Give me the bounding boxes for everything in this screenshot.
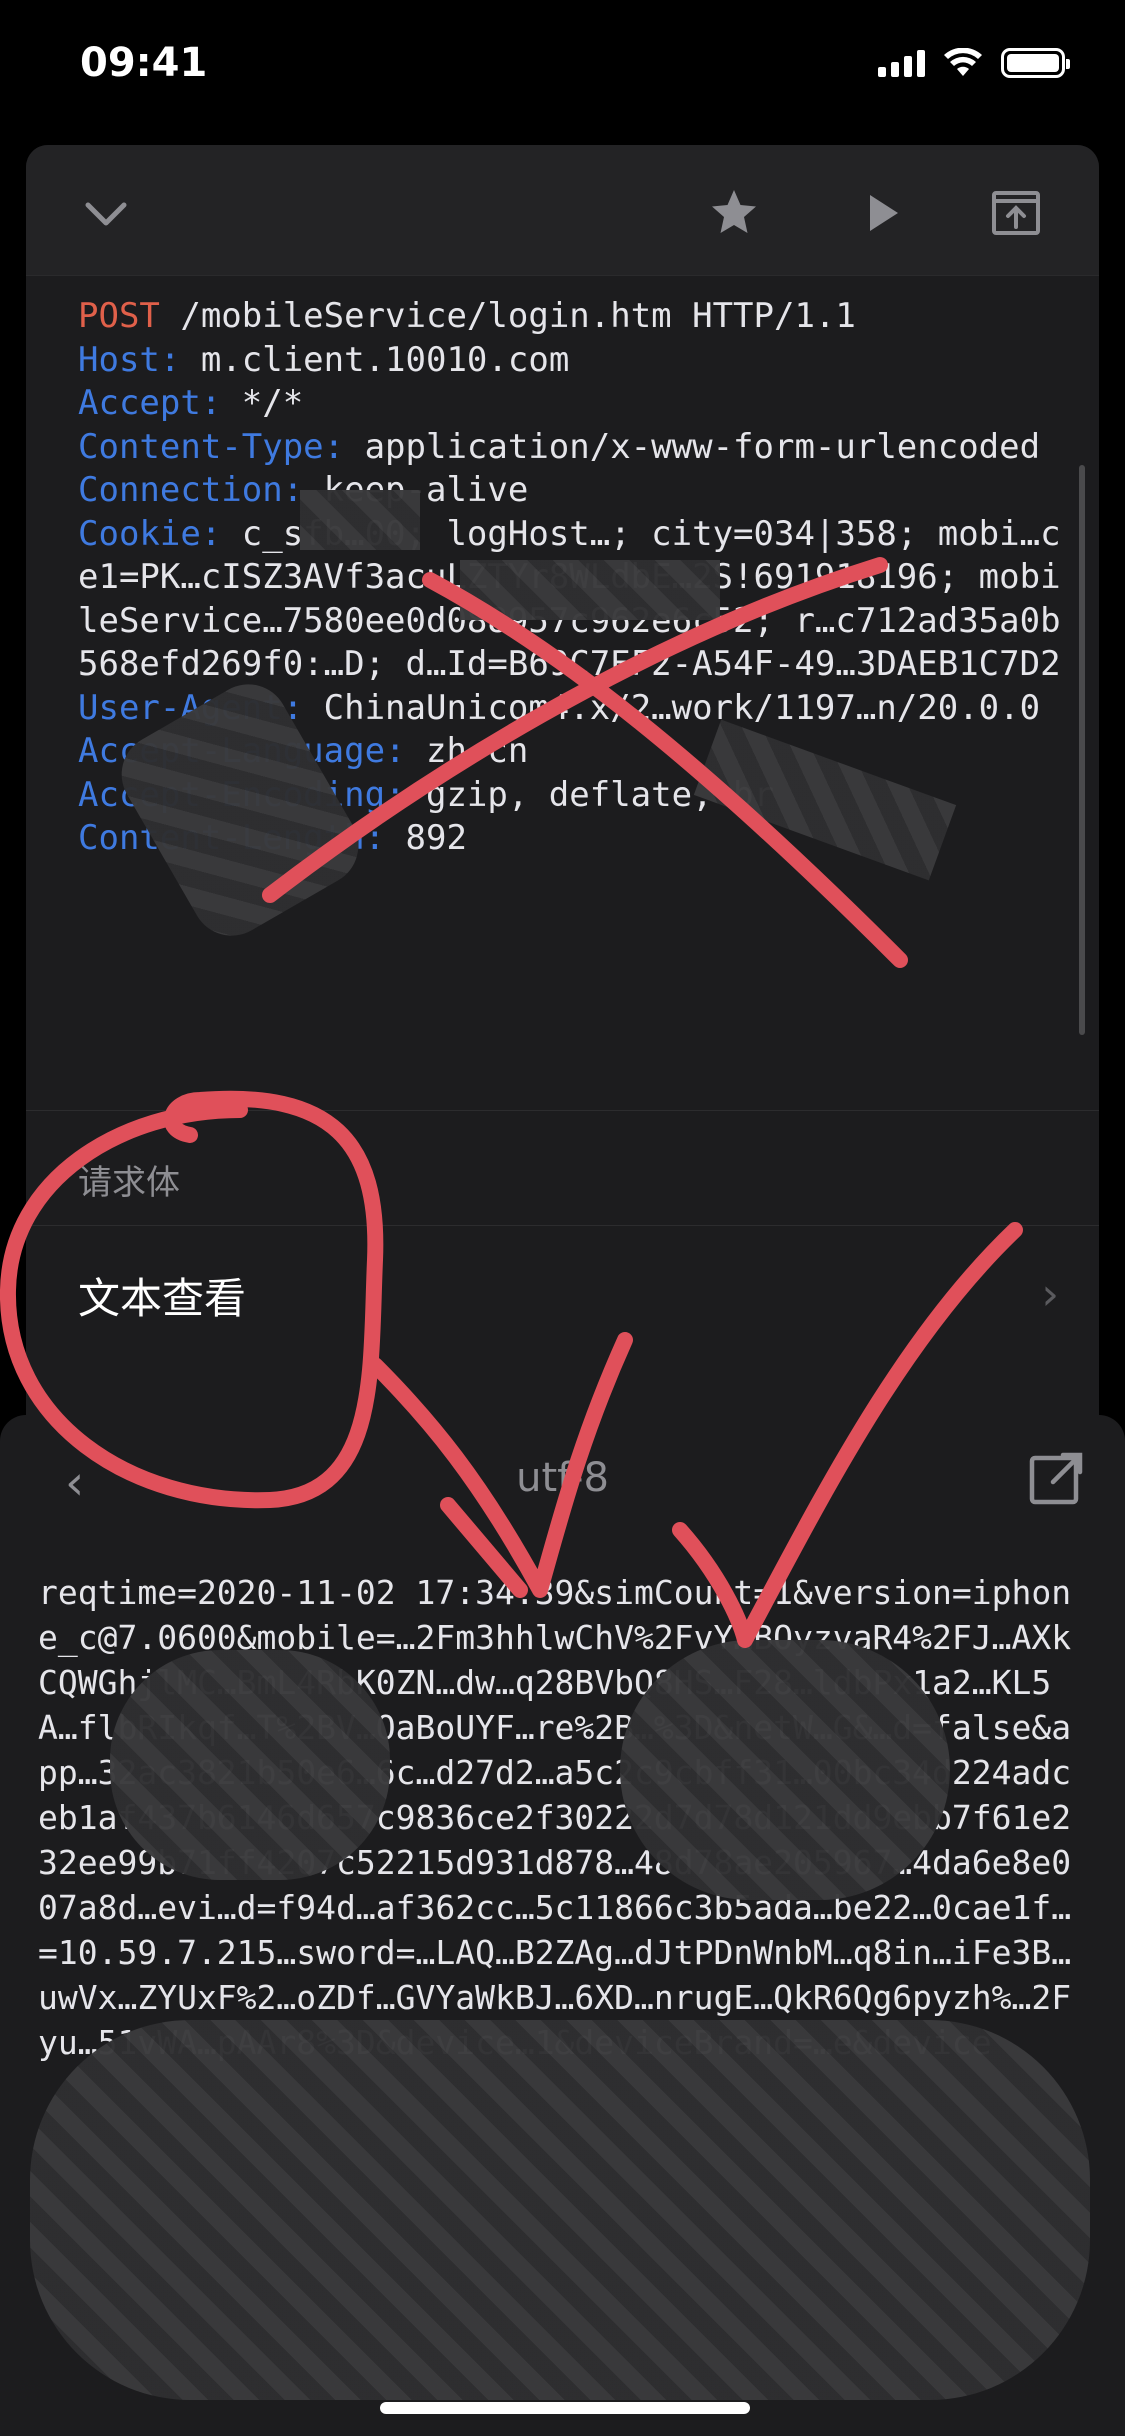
privacy-mask (460, 560, 720, 620)
header-value: */* (221, 383, 304, 423)
text-view-label: 文本查看 (78, 1274, 247, 1323)
header-row: Accept: */* (78, 383, 303, 423)
privacy-mask (110, 1650, 390, 1880)
header-value: application/x-www-form-urlencoded (344, 426, 1041, 467)
cellular-signal-icon (878, 49, 925, 77)
request-line: /mobileService/login.htm HTTP/1.1 (159, 296, 856, 336)
header-key: Content-Type: (78, 426, 345, 467)
request-body-section-label: 请求体 (78, 1163, 180, 1203)
status-bar: 09:41 (0, 0, 1125, 140)
header-value: zh-cn (405, 731, 529, 771)
wifi-icon (944, 48, 982, 76)
chevron-right-icon: › (1041, 1269, 1059, 1320)
play-icon[interactable] (854, 185, 910, 241)
toolbar (26, 145, 1099, 276)
star-icon[interactable] (706, 185, 762, 241)
text-view-row[interactable]: 文本查看 › (26, 1235, 1099, 1345)
open-in-window-icon[interactable] (988, 185, 1044, 241)
home-indicator (380, 2402, 750, 2414)
header-key: Accept: (78, 383, 222, 423)
battery-icon (1001, 48, 1070, 78)
headers-scrollbar[interactable] (1079, 465, 1085, 1035)
header-key: Host: (78, 339, 181, 380)
request-method: POST (78, 296, 160, 336)
encoding-label[interactable]: utf-8 (0, 1455, 1125, 1501)
status-time: 09:41 (80, 40, 208, 86)
header-key: Connection: (78, 470, 304, 510)
divider (26, 1225, 1099, 1226)
header-row: Content-Type: application/x-www-form-url… (78, 427, 1040, 467)
privacy-mask (620, 1640, 950, 1900)
header-value: m.client.10010.com (180, 339, 570, 380)
privacy-mask (300, 490, 420, 550)
open-external-icon[interactable] (1027, 1450, 1085, 1508)
header-value: ChinaUnicom4.x/2…work/1197…n/20.0.0 (303, 687, 1041, 728)
chevron-down-icon[interactable] (78, 185, 134, 241)
privacy-mask (30, 2020, 1090, 2400)
status-icons (878, 48, 1070, 78)
header-key: Cookie: (78, 513, 222, 554)
header-value: 892 (385, 818, 467, 858)
header-row: Host: m.client.10010.com (78, 340, 569, 380)
divider (26, 1110, 1099, 1111)
